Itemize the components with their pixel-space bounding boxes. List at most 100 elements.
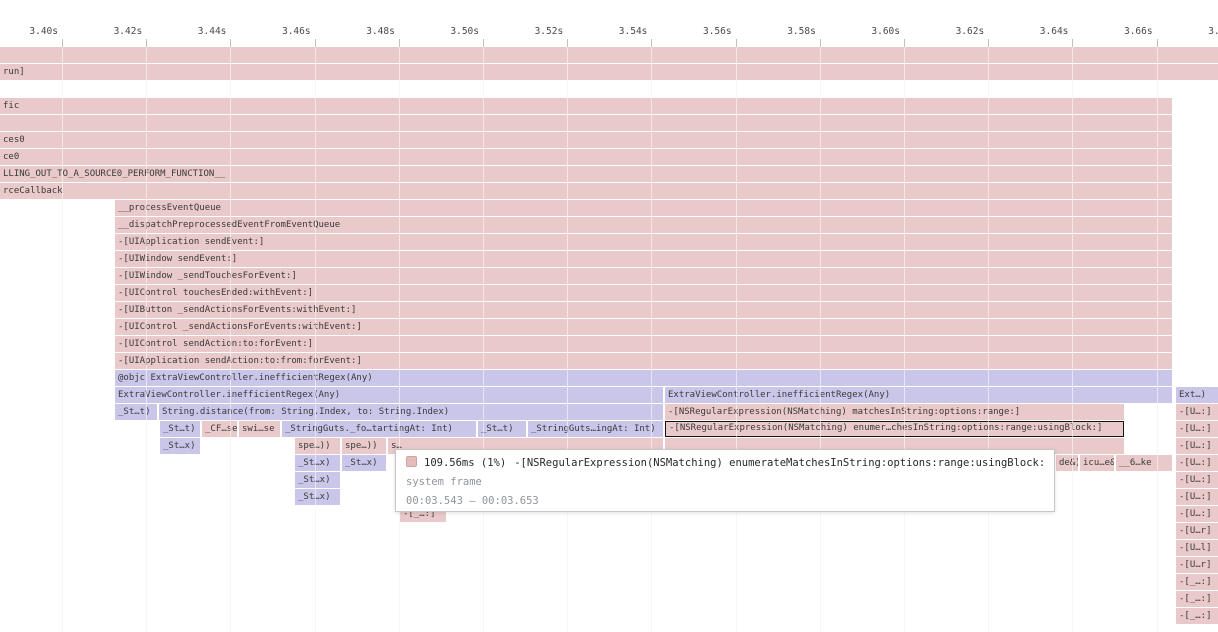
flame-bar[interactable]: LLING_OUT_TO_A_SOURCE0_PERFORM_FUNCTION_…	[0, 166, 1172, 182]
flame-bar[interactable]: -[UIApplication sendEvent:]	[115, 234, 1172, 250]
gridline	[483, 47, 484, 632]
gridline	[1157, 47, 1158, 632]
flame-bar[interactable]: -[UIWindow sendEvent:]	[115, 251, 1172, 267]
flame-bar[interactable]: -[U…r]	[1176, 557, 1218, 573]
flame-bar[interactable]: -[UIControl sendAction:to:forEvent:]	[115, 336, 1172, 352]
flame-bar[interactable]: __processEventQueue	[115, 200, 1172, 216]
flame-bar[interactable]: de&)	[1056, 455, 1078, 471]
ruler-tick-label: 3.42s	[88, 26, 142, 38]
flame-bar[interactable]: _StringGuts…ingAt: Int)	[528, 421, 663, 437]
ruler-tick-mark	[1157, 39, 1158, 47]
gridline	[651, 47, 652, 632]
flame-bar[interactable]: -[UIControl touchesEnded:withEvent:]	[115, 285, 1172, 301]
ruler-tick-mark	[230, 39, 231, 47]
ruler-tick-mark	[399, 39, 400, 47]
flame-bar[interactable]: __dispatchPreprocessedEventFromEventQueu…	[115, 217, 1172, 233]
flame-bar[interactable]: String.distance(from: String.Index, to: …	[159, 404, 663, 420]
time-profiler-flame-graph: 3.40s3.42s3.44s3.46s3.48s3.50s3.52s3.54s…	[0, 0, 1218, 632]
tooltip-duration: 109.56ms (1%)	[424, 457, 506, 469]
tooltip-note: system frame	[406, 473, 1044, 492]
flame-bar[interactable]: -[UIWindow _sendTouchesForEvent:]	[115, 268, 1172, 284]
ruler-tick-label: 3.68s	[1183, 26, 1218, 38]
tooltip-symbol: -[NSRegularExpression(NSMatching) enumer…	[514, 457, 1044, 469]
flame-bar[interactable]: @objc ExtraViewController.inefficientReg…	[115, 370, 1172, 386]
flame-bar[interactable]: spe…))	[295, 438, 340, 454]
ruler-tick-label: 3.60s	[846, 26, 900, 38]
gridline	[1072, 47, 1073, 632]
gridline	[399, 47, 400, 632]
flame-bar[interactable]	[0, 115, 1172, 131]
gridline	[230, 47, 231, 632]
flame-bar[interactable]: ce0	[0, 149, 1172, 165]
flame-bar[interactable]: __6…ke	[1116, 455, 1172, 471]
flame-bar[interactable]: fic	[0, 98, 1172, 114]
ruler-tick-label: 3.52s	[509, 26, 563, 38]
ruler-tick-mark	[988, 39, 989, 47]
gridline	[315, 47, 316, 632]
ruler-tick-label: 3.40s	[4, 26, 58, 38]
ruler-tick-label: 3.66s	[1099, 26, 1153, 38]
flame-bar[interactable]: _St…x)	[295, 472, 340, 488]
ruler-tick-label: 3.48s	[341, 26, 395, 38]
gridline	[736, 47, 737, 632]
ruler-tick-label: 3.56s	[678, 26, 732, 38]
tooltip-symbol-line: 109.56ms (1%) -[NSRegularExpression(NSMat…	[406, 454, 1044, 473]
flame-bar[interactable]: _St…x)	[342, 455, 386, 471]
ruler-tick-mark	[62, 39, 63, 47]
ruler-tick-mark	[567, 39, 568, 47]
flame-bar[interactable]: ces0	[0, 132, 1172, 148]
flame-bar[interactable]: -[U…l]	[1176, 540, 1218, 556]
ruler-tick-mark	[904, 39, 905, 47]
tooltip-time-range: 00:03.543 — 00:03.653	[406, 492, 1044, 511]
gridline	[146, 47, 147, 632]
flame-bar[interactable]: -[_…:]	[1176, 574, 1218, 590]
flame-bar[interactable]: -[U…:]	[1176, 506, 1218, 522]
ruler-tick-mark	[820, 39, 821, 47]
flame-bar[interactable]: _CF…se	[202, 421, 237, 437]
flame-bar[interactable]	[0, 47, 1218, 63]
ruler-tick-mark	[651, 39, 652, 47]
flame-bar-selected[interactable]: -[NSRegularExpression(NSMatching) enumer…	[665, 421, 1124, 437]
ruler-tick-label: 3.44s	[172, 26, 226, 38]
ruler-tick-mark	[315, 39, 316, 47]
flame-bar[interactable]: -[_…:]	[1176, 608, 1218, 624]
flame-bar[interactable]: ExtraViewController.inefficientRegex(Any…	[665, 387, 1172, 403]
flame-bar[interactable]: -[NSRegularExpression(NSMatching) matche…	[665, 404, 1124, 420]
ruler-tick-mark	[146, 39, 147, 47]
flame-bar[interactable]: ExtraViewController.inefficientRegex(Any…	[115, 387, 663, 403]
flame-bar[interactable]: icu…e&)	[1080, 455, 1114, 471]
flame-bar[interactable]: -[U…:]	[1176, 455, 1218, 471]
flame-bar[interactable]: -[UIControl _sendActionsForEvents:withEv…	[115, 319, 1172, 335]
flame-bar[interactable]: -[U…r]	[1176, 523, 1218, 539]
flame-bar[interactable]: Ext…)	[1176, 387, 1218, 403]
flame-bar[interactable]: -[UIApplication sendAction:to:from:forEv…	[115, 353, 1172, 369]
flame-bar[interactable]: -[U…:]	[1176, 438, 1218, 454]
ruler-tick-label: 3.58s	[762, 26, 816, 38]
flame-bar[interactable]: -[U…:]	[1176, 472, 1218, 488]
flame-bar[interactable]: rceCallback	[0, 183, 1172, 199]
flame-bar[interactable]: -[UIButton _sendActionsForEvents:withEve…	[115, 302, 1172, 318]
flame-bar[interactable]: _St…x)	[295, 455, 340, 471]
flame-bar[interactable]: -[U…:]	[1176, 421, 1218, 437]
flame-bar[interactable]: -[_…:]	[1176, 591, 1218, 607]
ruler-tick-mark	[483, 39, 484, 47]
flame-bar[interactable]: _St…t)	[115, 404, 157, 420]
ruler-tick-label: 3.62s	[930, 26, 984, 38]
flame-bar[interactable]: -[U…:]	[1176, 489, 1218, 505]
flame-bar[interactable]: _St…x)	[160, 438, 200, 454]
ruler-tick-label: 3.54s	[593, 26, 647, 38]
gridline	[567, 47, 568, 632]
flame-bar[interactable]: -[U…:]	[1176, 404, 1218, 420]
flame-bar[interactable]: _St…t)	[160, 421, 200, 437]
flame-bar[interactable]: _St…t)	[478, 421, 526, 437]
ruler-tick-label: 3.64s	[1014, 26, 1068, 38]
hover-tooltip: 109.56ms (1%) -[NSRegularExpression(NSMat…	[395, 449, 1055, 512]
gridline	[820, 47, 821, 632]
gridline	[988, 47, 989, 632]
flame-bar[interactable]: _St…x)	[295, 489, 340, 505]
frame-color-swatch	[406, 456, 417, 467]
flame-bar[interactable]: swi…se	[239, 421, 280, 437]
flame-bar[interactable]: spe…))	[342, 438, 386, 454]
flame-bar[interactable]: run]	[0, 64, 1218, 80]
flame-bar[interactable]: _StringGuts._fo…tartingAt: Int)	[282, 421, 476, 437]
